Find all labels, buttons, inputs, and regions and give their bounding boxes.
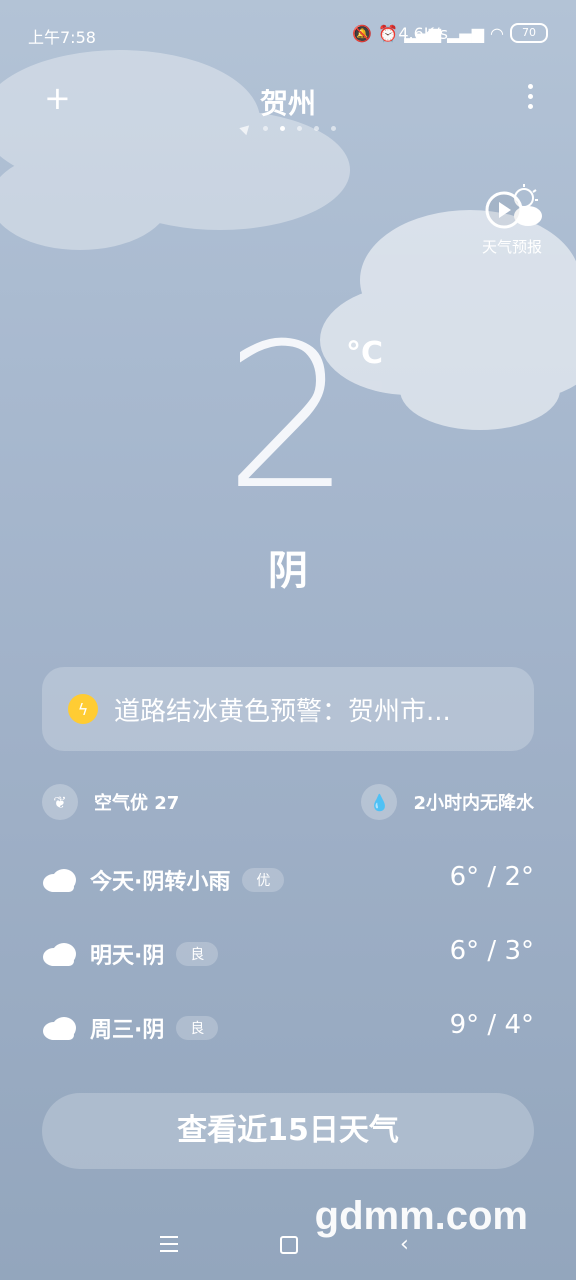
battery-icon: 70 [510,23,548,43]
alert-text: 道路结冰黄色预警：贺州市... [114,696,451,727]
temp-range: 6° / 2° [449,862,534,892]
alarm-icon: ⏰ [378,23,399,43]
city-title: 贺州 [259,87,316,120]
air-quality-text: 空气优 27 [94,793,180,814]
more-menu-icon[interactable] [528,84,534,114]
status-bar: 上午7:58 4.6K/s 🔕 ⏰ ▂▄▆ ▂▄▆ ◠ 70 [0,22,576,50]
weather-play-icon [480,184,544,232]
air-quality[interactable]: ❦ 空气优 27 [42,784,179,820]
signal2-icon: ▂▄▆ [447,23,485,43]
day-row-today[interactable]: 今天·阴转小雨 优 6° / 2° [42,860,534,904]
current-temperature: 2 °C [0,318,576,518]
back-icon[interactable]: ‹ [400,1232,409,1257]
day-row-wednesday[interactable]: 周三·阴 良 9° / 4° [42,1008,534,1052]
location-arrow-icon [238,121,253,136]
info-row: ❦ 空气优 27 💧 2小时内无降水 [42,784,534,824]
weather-alert-card[interactable]: ϟ 道路结冰黄色预警：贺州市... [42,667,534,751]
precipitation-text: 2小时内无降水 [413,793,534,814]
top-bar: + 贺州 [0,78,576,122]
day-row-tomorrow[interactable]: 明天·阴 良 6° / 3° [42,934,534,978]
home-icon[interactable] [280,1236,298,1254]
lightning-icon: ϟ [68,694,98,724]
cloud-icon [43,1017,76,1040]
mute-icon: 🔕 [352,23,373,43]
precipitation[interactable]: 💧 2小时内无降水 [361,784,534,820]
system-nav-bar: ‹ [0,1232,576,1258]
drop-icon: 💧 [361,784,398,820]
day-label: 明天·阴 [90,944,165,969]
page-dot [296,126,302,131]
page-indicator [0,121,576,136]
aqi-badge: 良 [176,942,219,966]
recent-apps-icon[interactable] [160,1236,178,1257]
leaf-icon: ❦ [42,784,78,820]
page-dot-active [279,126,285,131]
forecast-video-button[interactable]: 天气预报 [480,184,544,257]
status-time: 上午7:58 [28,28,96,47]
temp-range: 6° / 3° [449,936,534,966]
day-label: 今天·阴转小雨 [90,870,231,895]
page-dot [313,126,319,131]
aqi-badge: 良 [176,1016,219,1040]
day-label: 周三·阴 [90,1018,165,1043]
temperature-value: 2 [224,301,352,534]
temperature-unit: °C [346,336,384,371]
cloud-icon [43,943,76,966]
forecast-label: 天气预报 [481,238,542,256]
page-dot [330,126,336,131]
wifi-icon: ◠ [490,23,504,43]
signal-icon: ▂▄▆ [404,23,442,43]
view-15-day-button[interactable]: 查看近15日天气 [42,1093,534,1169]
page-dot [262,126,268,131]
aqi-badge: 优 [242,868,285,892]
cloud-icon [43,869,76,892]
status-icons: 🔕 ⏰ ▂▄▆ ▂▄▆ ◠ 70 [352,23,548,43]
temp-range: 9° / 4° [449,1010,534,1040]
current-condition: 阴 [268,548,308,594]
